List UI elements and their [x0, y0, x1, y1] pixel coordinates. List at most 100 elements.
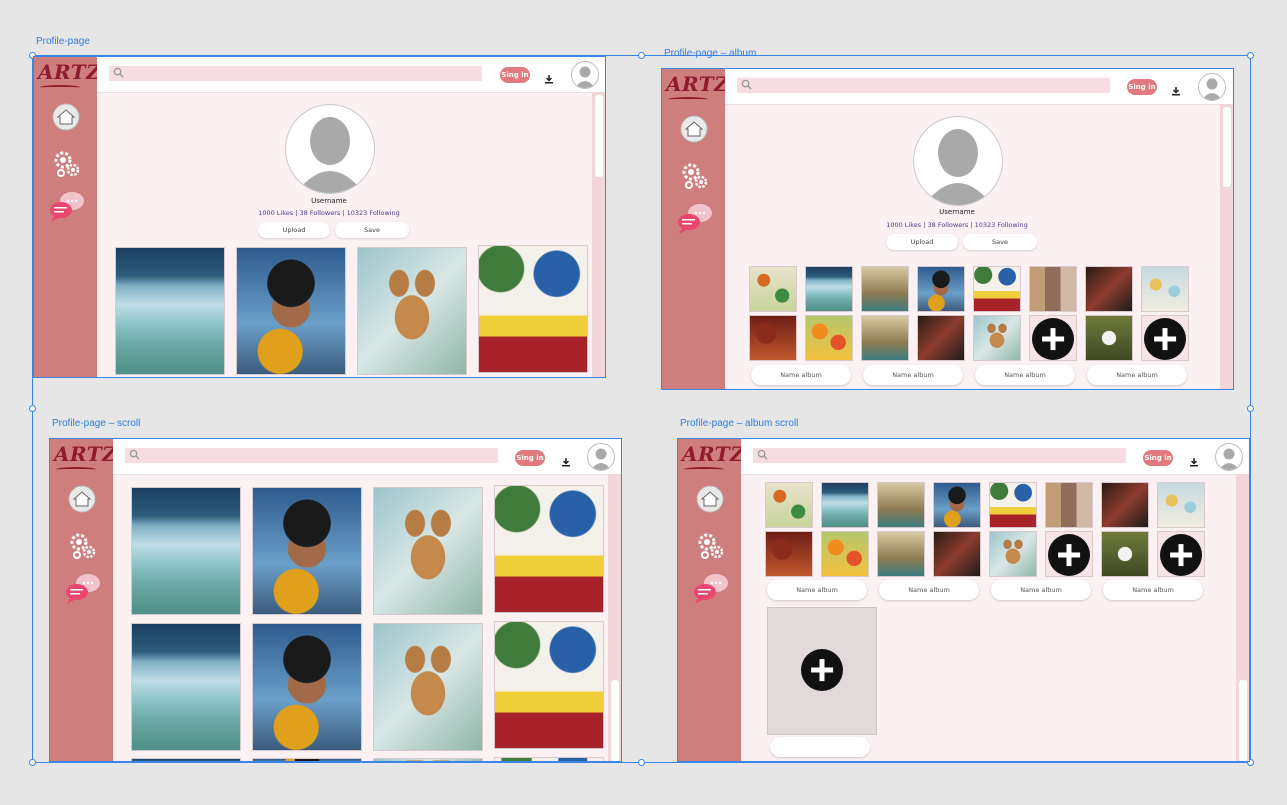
settings-icon[interactable]	[680, 161, 710, 195]
album-thumbnail[interactable]	[933, 531, 981, 577]
album-thumbnail[interactable]	[973, 315, 1021, 361]
download-icon[interactable]	[1171, 81, 1181, 100]
album-thumbnail[interactable]	[749, 266, 797, 312]
artboard-label-album[interactable]: Profile-page – album	[664, 48, 756, 59]
search-input[interactable]	[109, 66, 482, 81]
save-button[interactable]: Save	[963, 234, 1037, 250]
album-thumbnail[interactable]	[973, 266, 1021, 312]
settings-icon[interactable]	[696, 531, 726, 565]
album-thumbnail[interactable]	[877, 482, 925, 528]
artwork-thumbnail[interactable]	[131, 623, 241, 751]
album-name-button[interactable]: Name album	[879, 580, 979, 600]
artwork-thumbnail[interactable]	[373, 758, 483, 761]
artwork-thumbnail[interactable]	[236, 247, 346, 375]
resize-handle[interactable]	[29, 759, 36, 766]
artboard-label-scroll[interactable]: Profile-page – scroll	[52, 418, 140, 429]
album-thumbnail[interactable]	[749, 315, 797, 361]
chat-icon[interactable]	[64, 571, 102, 609]
artwork-thumbnail[interactable]	[478, 245, 588, 373]
album-thumbnail[interactable]	[821, 531, 869, 577]
scrollbar-thumb[interactable]	[610, 679, 620, 761]
artwork-thumbnail[interactable]	[357, 247, 467, 375]
chat-icon[interactable]	[48, 189, 86, 227]
resize-handle[interactable]	[638, 759, 645, 766]
album-name-button[interactable]: Name album	[767, 580, 867, 600]
artwork-thumbnail[interactable]	[252, 758, 362, 761]
artwork-thumbnail[interactable]	[494, 485, 604, 613]
avatar[interactable]	[571, 61, 599, 89]
album-thumbnail[interactable]	[1101, 482, 1149, 528]
album-thumbnail[interactable]	[765, 482, 813, 528]
add-album-tile[interactable]	[1045, 531, 1093, 577]
avatar[interactable]	[587, 443, 615, 471]
upload-button[interactable]: Upload	[886, 234, 958, 250]
album-name-button[interactable]: Name album	[1103, 580, 1203, 600]
download-icon[interactable]	[561, 452, 571, 471]
signin-button[interactable]: Sing in	[1143, 450, 1173, 466]
chat-icon[interactable]	[676, 201, 714, 239]
search-input[interactable]	[737, 78, 1110, 93]
album-thumbnail[interactable]	[1085, 315, 1133, 361]
artwork-thumbnail[interactable]	[373, 623, 483, 751]
album-name-button[interactable]: Name album	[1087, 365, 1187, 385]
scrollbar-thumb[interactable]	[594, 94, 604, 178]
album-thumbnail[interactable]	[805, 315, 853, 361]
settings-icon[interactable]	[52, 149, 82, 183]
album-thumbnail[interactable]	[1085, 266, 1133, 312]
avatar[interactable]	[1198, 73, 1226, 101]
album-name-button[interactable]: Name album	[751, 365, 851, 385]
signin-button[interactable]: Sing in	[1127, 79, 1157, 95]
album-thumbnail[interactable]	[917, 315, 965, 361]
search-input[interactable]	[125, 448, 498, 463]
album-thumbnail[interactable]	[821, 482, 869, 528]
artwork-thumbnail[interactable]	[252, 487, 362, 615]
upload-button[interactable]: Upload	[258, 222, 330, 238]
album-thumbnail[interactable]	[765, 531, 813, 577]
chat-icon[interactable]	[692, 571, 730, 609]
artwork-thumbnail[interactable]	[115, 247, 225, 375]
album-name-button[interactable]: Name album	[975, 365, 1075, 385]
album-thumbnail[interactable]	[1029, 266, 1077, 312]
album-thumbnail[interactable]	[1157, 482, 1205, 528]
album-thumbnail[interactable]	[805, 266, 853, 312]
new-album-card[interactable]	[767, 607, 877, 735]
profile-avatar[interactable]	[285, 104, 375, 194]
profile-avatar[interactable]	[913, 116, 1003, 206]
signin-button[interactable]: Sing in	[500, 67, 530, 83]
scrollbar[interactable]	[1236, 474, 1249, 761]
album-thumbnail[interactable]	[1045, 482, 1093, 528]
scrollbar[interactable]	[1220, 104, 1233, 389]
album-thumbnail[interactable]	[1141, 266, 1189, 312]
album-thumbnail[interactable]	[989, 482, 1037, 528]
home-icon[interactable]	[696, 485, 724, 517]
home-icon[interactable]	[680, 115, 708, 147]
album-thumbnail[interactable]	[1101, 531, 1149, 577]
album-thumbnail[interactable]	[989, 531, 1037, 577]
settings-icon[interactable]	[68, 531, 98, 565]
add-album-tile[interactable]	[1029, 315, 1077, 361]
signin-button[interactable]: Sing in	[515, 450, 545, 466]
artwork-thumbnail[interactable]	[494, 757, 604, 761]
download-icon[interactable]	[1189, 452, 1199, 471]
avatar[interactable]	[1215, 443, 1243, 471]
search-input[interactable]	[753, 448, 1126, 463]
artboard-label-profile[interactable]: Profile-page	[36, 36, 90, 47]
home-icon[interactable]	[52, 103, 80, 135]
scrollbar[interactable]	[592, 92, 605, 377]
artboard-label-album-scroll[interactable]: Profile-page – album scroll	[680, 418, 798, 429]
album-name-button[interactable]: Name album	[863, 365, 963, 385]
resize-handle[interactable]	[29, 405, 36, 412]
artwork-thumbnail[interactable]	[131, 758, 241, 761]
home-icon[interactable]	[68, 485, 96, 517]
save-button[interactable]: Save	[335, 222, 409, 238]
album-thumbnail[interactable]	[933, 482, 981, 528]
album-name-button[interactable]: Name album	[991, 580, 1091, 600]
add-album-tile[interactable]	[1157, 531, 1205, 577]
resize-handle[interactable]	[1247, 405, 1254, 412]
new-album-name-field[interactable]	[770, 737, 870, 757]
artwork-thumbnail[interactable]	[494, 621, 604, 749]
scrollbar[interactable]	[608, 474, 621, 761]
download-icon[interactable]	[544, 69, 554, 88]
scrollbar-thumb[interactable]	[1222, 106, 1232, 188]
album-thumbnail[interactable]	[917, 266, 965, 312]
